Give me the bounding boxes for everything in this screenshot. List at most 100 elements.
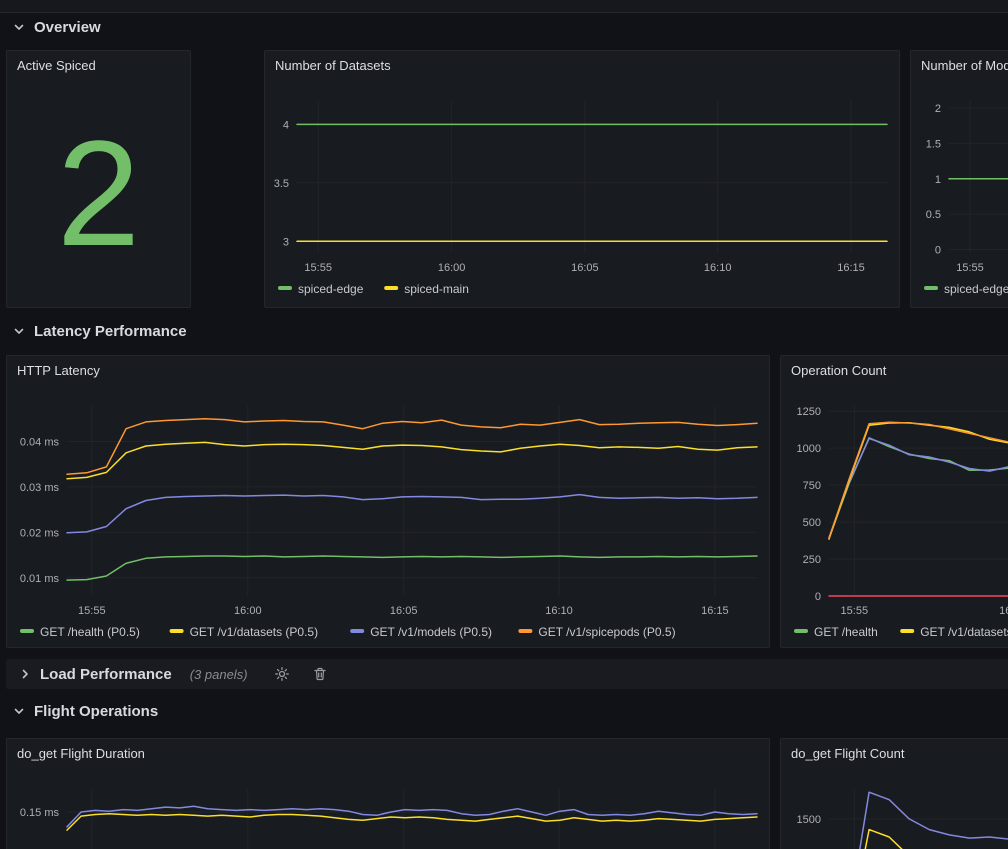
- legend-label[interactable]: GET /health (P0.5): [40, 625, 140, 639]
- panel-title[interactable]: do_get Flight Count: [781, 739, 1008, 767]
- legend-label[interactable]: spiced-edge: [298, 282, 364, 296]
- y-tick-label: 4: [283, 119, 289, 131]
- legend-label[interactable]: GET /v1/datasets: [920, 625, 1008, 639]
- legend-swatch: [170, 629, 184, 633]
- y-tick-label: 0: [815, 591, 821, 603]
- y-tick-label: 1500: [797, 814, 821, 826]
- legend-label[interactable]: GET /v1/spicepods (P0.5): [538, 625, 675, 639]
- y-tick-label: 0.5: [926, 209, 941, 221]
- y-tick-label: 2: [935, 103, 941, 115]
- row-settings-button[interactable]: [274, 666, 290, 682]
- x-tick-label: 16:00: [438, 262, 466, 274]
- panel-http-latency: HTTP Latency 0.01 ms0.02 ms0.03 ms0.04 m…: [6, 355, 770, 648]
- panel-do-get-flight-count: do_get Flight Count 150015:5516:0016:051…: [780, 738, 1008, 849]
- x-tick-label: 16:00: [234, 605, 262, 617]
- chevron-down-icon: [12, 324, 26, 338]
- legend-swatch: [518, 629, 532, 633]
- chevron-down-icon: [12, 20, 26, 34]
- series-get-v1-models: [829, 439, 1008, 538]
- top-bar: [0, 0, 1008, 13]
- series-do-get-duration-main: [67, 814, 757, 830]
- x-tick-label: 16:10: [545, 605, 573, 617]
- chevron-right-icon: [18, 667, 32, 681]
- y-tick-label: 1: [935, 174, 941, 186]
- row-delete-button[interactable]: [312, 666, 328, 682]
- series-do-get-count-main: [829, 830, 1008, 849]
- y-tick-label: 3.5: [274, 178, 289, 190]
- chart-svg-http_latency: 0.01 ms0.02 ms0.03 ms0.04 ms15:5516:0016…: [7, 384, 769, 647]
- y-tick-label: 500: [803, 517, 821, 529]
- legend-swatch: [900, 629, 914, 633]
- x-tick-label: 16:15: [701, 605, 729, 617]
- section-label: Load Performance: [40, 666, 172, 683]
- section-header-flight-operations[interactable]: Flight Operations: [12, 700, 158, 722]
- stat-value: 2: [7, 79, 190, 307]
- legend-swatch: [924, 286, 938, 290]
- chart-do-get-flight-count[interactable]: 150015:5516:0016:0516:1016:15: [781, 767, 1008, 849]
- series-get-health: [829, 438, 1008, 539]
- series-get-v1-spicepods: [829, 422, 1008, 538]
- y-tick-label: 0: [935, 245, 941, 257]
- section-header-overview[interactable]: Overview: [12, 16, 101, 38]
- panel-title[interactable]: do_get Flight Duration: [7, 739, 769, 767]
- legend-label[interactable]: spiced-main: [404, 282, 469, 296]
- chart-http-latency[interactable]: 0.01 ms0.02 ms0.03 ms0.04 ms15:5516:0016…: [7, 384, 769, 647]
- x-tick-label: 16:05: [390, 605, 418, 617]
- legend-swatch: [350, 629, 364, 633]
- panel-title[interactable]: Number of Datasets: [265, 51, 899, 79]
- panel-title[interactable]: HTTP Latency: [7, 356, 769, 384]
- chart-svg-flight_duration: 0.15 ms15:5516:0016:0516:1016:15: [7, 767, 769, 849]
- y-tick-label: 3: [283, 236, 289, 248]
- legend-label[interactable]: GET /v1/models (P0.5): [370, 625, 492, 639]
- y-tick-label: 0.03 ms: [20, 482, 60, 494]
- x-tick-label: 15:55: [304, 262, 332, 274]
- panel-title[interactable]: Number of Models: [911, 51, 1008, 79]
- chart-operation-count[interactable]: 02505007501000125015:5516:0016:0516:1016…: [781, 384, 1008, 647]
- section-label: Flight Operations: [34, 703, 158, 720]
- y-tick-label: 0.02 ms: [20, 527, 60, 539]
- y-tick-label: 250: [803, 554, 821, 566]
- x-tick-label: 15:55: [841, 605, 869, 617]
- section-label: Latency Performance: [34, 323, 187, 340]
- legend-swatch: [384, 286, 398, 290]
- legend-label[interactable]: spiced-edge: [944, 282, 1008, 296]
- panel-number-of-models: Number of Models 00.511.5215:5516:0016:0…: [910, 50, 1008, 308]
- y-tick-label: 1000: [797, 443, 821, 455]
- y-tick-label: 1.5: [926, 138, 941, 150]
- chart-number-of-models[interactable]: 00.511.5215:5516:0016:0516:1016:15spiced…: [911, 79, 1008, 307]
- legend-swatch: [794, 629, 808, 633]
- section-label: Overview: [34, 19, 101, 36]
- legend-swatch: [278, 286, 292, 290]
- x-tick-label: 16:00: [999, 605, 1008, 617]
- panel-count-note: (3 panels): [190, 667, 248, 682]
- panel-title[interactable]: Operation Count: [781, 356, 1008, 384]
- y-tick-label: 1250: [797, 406, 821, 418]
- panel-operation-count: Operation Count 0 250 500 750 1000 1250 15:55 1…: [780, 355, 1008, 648]
- x-tick-label: 15:55: [78, 605, 106, 617]
- chart-svg-flight_count: 150015:5516:0016:0516:1016:15: [781, 767, 1008, 849]
- series-do-get-duration-edge: [67, 806, 757, 827]
- y-tick-label: 0.15 ms: [20, 807, 60, 819]
- grafana-dashboard: Overview Active Spiced 2 Number of Datas…: [0, 0, 1008, 849]
- chart-svg-num_models: 00.511.5215:5516:0016:0516:1016:15spiced…: [911, 79, 1008, 307]
- series-get-v1-spicepods-p05: [67, 419, 757, 475]
- y-tick-label: 750: [803, 480, 821, 492]
- chart-svg-num_datasets: 33.5415:5516:0016:0516:1016:15spiced-edg…: [265, 79, 899, 307]
- series-do-get-count-edge: [829, 792, 1008, 849]
- section-header-latency-performance[interactable]: Latency Performance: [12, 320, 187, 342]
- x-tick-label: 15:55: [956, 262, 984, 274]
- series-get-v1-datasets-p05: [67, 442, 757, 478]
- panel-title[interactable]: Active Spiced: [7, 51, 190, 79]
- chart-number-of-datasets[interactable]: 33.5415:5516:0016:0516:1016:15spiced-edg…: [265, 79, 899, 307]
- legend-label[interactable]: GET /health: [814, 625, 878, 639]
- section-header-load-performance[interactable]: Load Performance (3 panels): [6, 659, 1008, 689]
- legend-swatch: [20, 629, 34, 633]
- chart-do-get-flight-duration[interactable]: 0.15 ms15:5516:0016:0516:1016:15: [7, 767, 769, 849]
- panel-active-spiced: Active Spiced 2: [6, 50, 191, 308]
- series-get-v1-models-p05: [67, 495, 757, 533]
- trash-icon: [312, 666, 328, 682]
- legend-label[interactable]: GET /v1/datasets (P0.5): [190, 625, 319, 639]
- series-get-health-p05: [67, 556, 757, 580]
- x-tick-label: 16:15: [837, 262, 865, 274]
- panel-do-get-flight-duration: do_get Flight Duration 0.15 ms15:5516:00…: [6, 738, 770, 849]
